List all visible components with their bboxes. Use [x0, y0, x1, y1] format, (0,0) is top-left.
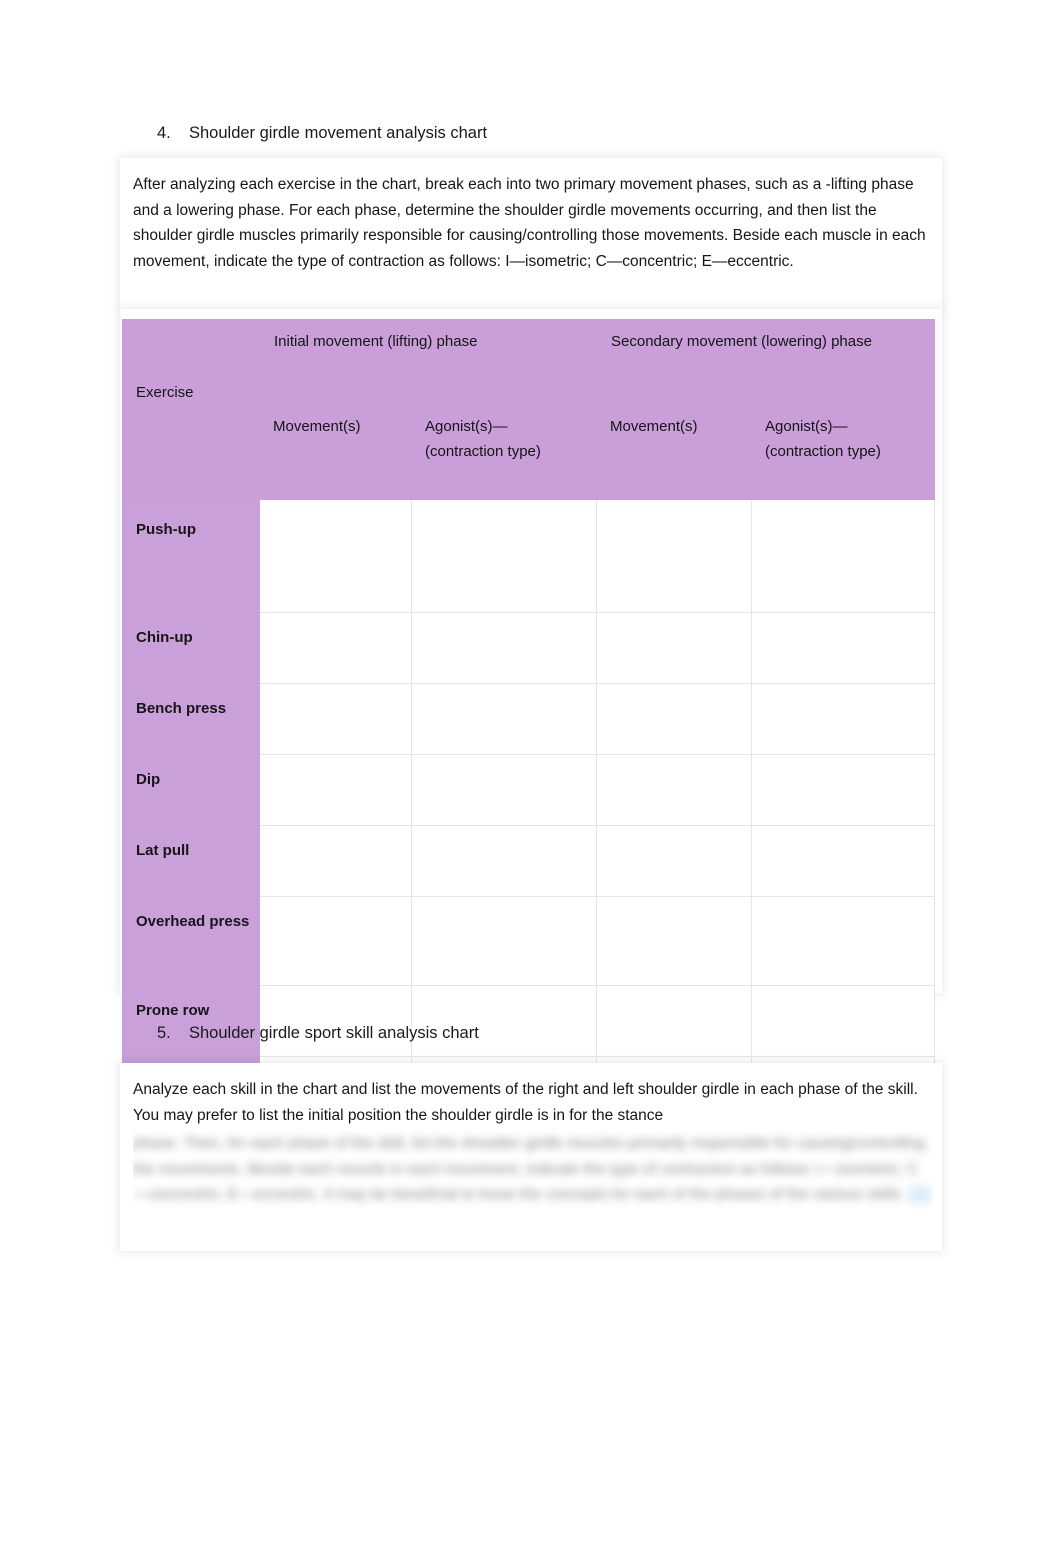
- row-header-push-up: Push-up: [122, 499, 260, 613]
- row-header-overhead-press: Overhead press: [122, 896, 260, 986]
- cell-bench-press-movements-secondary[interactable]: [596, 683, 752, 755]
- cell-bench-press-movements-initial[interactable]: [259, 683, 412, 755]
- instructions-paragraph: After analyzing each exercise in the cha…: [133, 176, 926, 270]
- obscured-paragraph-region: phase. Then, for each phase of the skill…: [133, 1131, 933, 1241]
- obscured-paragraph-text: phase. Then, for each phase of the skill…: [133, 1131, 933, 1208]
- table-row: Dip: [122, 754, 935, 826]
- table-row: Bench press: [122, 683, 935, 755]
- table-row: Prone row: [122, 985, 935, 1057]
- table-header-row-phases: Exercise Initial movement (lifting) phas…: [122, 319, 935, 500]
- cell-overhead-press-agonists-secondary[interactable]: [751, 896, 935, 986]
- cell-prone-row-movements-secondary[interactable]: [596, 985, 752, 1057]
- heading-item-4: 4. Shoulder girdle movement analysis cha…: [157, 122, 487, 144]
- cell-dip-movements-secondary[interactable]: [596, 754, 752, 826]
- cell-push-up-agonists-initial[interactable]: [411, 499, 597, 613]
- agonists-initial-line1: Agonist(s)—: [425, 418, 508, 435]
- row-header-chin-up: Chin-up: [122, 612, 260, 684]
- heading-text: Shoulder girdle sport skill analysis cha…: [189, 1024, 479, 1042]
- heading-number: 4.: [157, 124, 171, 142]
- cell-dip-agonists-initial[interactable]: [411, 754, 597, 826]
- cell-prone-row-movements-initial[interactable]: [259, 985, 412, 1057]
- movement-analysis-table: Exercise Initial movement (lifting) phas…: [122, 319, 935, 1128]
- cell-prone-row-agonists-secondary[interactable]: [751, 985, 935, 1057]
- skill-paragraph-visible: Analyze each skill in the chart and list…: [133, 1081, 918, 1124]
- table-row: Push-up: [122, 499, 935, 613]
- cell-bench-press-agonists-secondary[interactable]: [751, 683, 935, 755]
- instructions-card: After analyzing each exercise in the cha…: [120, 158, 942, 309]
- cell-dip-agonists-secondary[interactable]: [751, 754, 935, 826]
- heading-item-5: 5. Shoulder girdle sport skill analysis …: [157, 1022, 479, 1044]
- agonists-secondary-line1: Agonist(s)—: [765, 418, 848, 435]
- row-header-lat-pull: Lat pull: [122, 825, 260, 897]
- column-header-exercise: Exercise: [122, 319, 260, 500]
- table-row: Lat pull: [122, 825, 935, 897]
- cell-lat-pull-agonists-initial[interactable]: [411, 825, 597, 897]
- skill-analysis-card: Analyze each skill in the chart and list…: [120, 1063, 942, 1251]
- column-header-agonists-initial: Agonist(s)— (contraction type): [411, 389, 597, 500]
- cell-prone-row-agonists-initial[interactable]: [411, 985, 597, 1057]
- obscured-text-run: phase. Then, for each phase of the skill…: [133, 1135, 926, 1204]
- cell-overhead-press-agonists-initial[interactable]: [411, 896, 597, 986]
- table-row: Chin-up: [122, 612, 935, 684]
- cell-chin-up-agonists-secondary[interactable]: [751, 612, 935, 684]
- table-row: Overhead press: [122, 896, 935, 986]
- agonists-initial-line2: (contraction type): [425, 443, 541, 460]
- cell-chin-up-movements-initial[interactable]: [259, 612, 412, 684]
- obscured-link[interactable]: [909, 1186, 931, 1204]
- cell-push-up-movements-secondary[interactable]: [596, 499, 752, 613]
- column-header-movements-secondary: Movement(s): [596, 389, 752, 500]
- row-header-bench-press: Bench press: [122, 683, 260, 755]
- cell-bench-press-agonists-initial[interactable]: [411, 683, 597, 755]
- document-page: 4. Shoulder girdle movement analysis cha…: [0, 0, 1062, 1556]
- heading-number: 5.: [157, 1024, 171, 1042]
- table-header: Exercise Initial movement (lifting) phas…: [122, 319, 935, 500]
- column-header-movements-initial: Movement(s): [259, 389, 412, 500]
- heading-text: Shoulder girdle movement analysis chart: [189, 124, 488, 142]
- column-header-agonists-secondary: Agonist(s)— (contraction type): [751, 389, 935, 500]
- movement-analysis-table-card: Exercise Initial movement (lifting) phas…: [120, 309, 942, 1128]
- cell-push-up-agonists-secondary[interactable]: [751, 499, 935, 613]
- row-header-prone-row: Prone row: [122, 985, 260, 1057]
- cell-lat-pull-movements-initial[interactable]: [259, 825, 412, 897]
- cell-dip-movements-initial[interactable]: [259, 754, 412, 826]
- cell-overhead-press-movements-initial[interactable]: [259, 896, 412, 986]
- cell-chin-up-agonists-initial[interactable]: [411, 612, 597, 684]
- agonists-secondary-line2: (contraction type): [765, 443, 881, 460]
- cell-overhead-press-movements-secondary[interactable]: [596, 896, 752, 986]
- column-header-initial-phase: Initial movement (lifting) phase: [259, 319, 597, 390]
- column-header-secondary-phase: Secondary movement (lowering) phase: [596, 319, 935, 390]
- cell-push-up-movements-initial[interactable]: [259, 499, 412, 613]
- cell-lat-pull-movements-secondary[interactable]: [596, 825, 752, 897]
- row-header-dip: Dip: [122, 754, 260, 826]
- cell-lat-pull-agonists-secondary[interactable]: [751, 825, 935, 897]
- cell-chin-up-movements-secondary[interactable]: [596, 612, 752, 684]
